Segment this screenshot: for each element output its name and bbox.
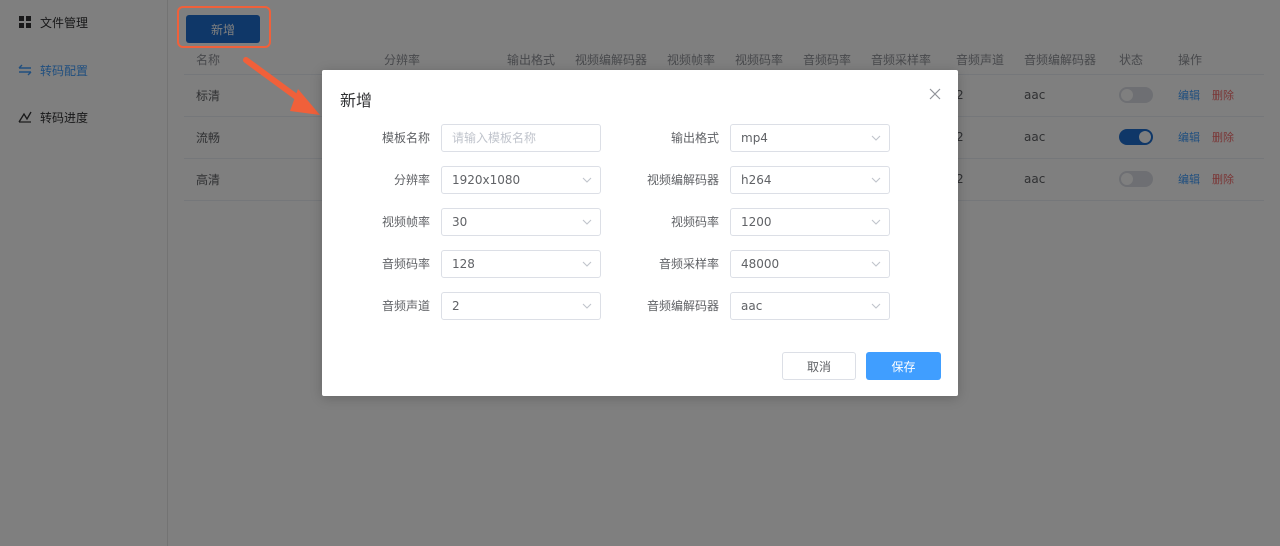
select-value: 128 — [452, 257, 475, 271]
resolution-label: 分辨率 — [393, 173, 430, 187]
video-fps-label: 视频帧率 — [381, 215, 430, 229]
audio-channels-select[interactable]: 2 — [441, 292, 601, 320]
audio-samplerate-select[interactable]: 48000 — [730, 250, 890, 278]
template-name-label: 模板名称 — [381, 131, 430, 145]
select-value: 1920x1080 — [452, 173, 521, 187]
video-codec-select[interactable]: h264 — [730, 166, 890, 194]
audio-codec-select[interactable]: aac — [730, 292, 890, 320]
chevron-down-icon — [582, 261, 592, 267]
select-value: mp4 — [741, 131, 768, 145]
template-name-field[interactable] — [441, 124, 601, 152]
select-value: aac — [741, 299, 763, 313]
cancel-button[interactable]: 取消 — [782, 352, 856, 380]
chevron-down-icon — [582, 303, 592, 309]
select-value: 1200 — [741, 215, 772, 229]
video-bitrate-select[interactable]: 1200 — [730, 208, 890, 236]
dialog-title: 新增 — [340, 91, 373, 110]
audio-bitrate-select[interactable]: 128 — [441, 250, 601, 278]
chevron-down-icon — [871, 261, 881, 267]
select-value: 48000 — [741, 257, 780, 271]
video-fps-select[interactable]: 30 — [441, 208, 601, 236]
add-dialog: 新增 模板名称 分辨率 1920x1080 视频帧率 30 音频码率 128 音… — [322, 70, 958, 396]
chevron-down-icon — [871, 219, 881, 225]
select-value: 30 — [452, 215, 468, 229]
resolution-select[interactable]: 1920x1080 — [441, 166, 601, 194]
video-codec-label: 视频编解码器 — [646, 173, 719, 187]
output-format-select[interactable]: mp4 — [730, 124, 890, 152]
close-icon[interactable] — [928, 88, 942, 102]
chevron-down-icon — [871, 177, 881, 183]
video-bitrate-label: 视频码率 — [670, 215, 719, 229]
template-name-input[interactable] — [452, 125, 592, 151]
audio-bitrate-label: 音频码率 — [381, 257, 430, 271]
audio-samplerate-label: 音频采样率 — [658, 257, 719, 271]
chevron-down-icon — [871, 135, 881, 141]
audio-channels-label: 音频声道 — [381, 299, 430, 313]
audio-codec-label: 音频编解码器 — [646, 299, 719, 313]
output-format-label: 输出格式 — [670, 131, 719, 145]
save-button[interactable]: 保存 — [866, 352, 941, 380]
select-value: 2 — [452, 299, 460, 313]
chevron-down-icon — [582, 177, 592, 183]
chevron-down-icon — [871, 303, 881, 309]
chevron-down-icon — [582, 219, 592, 225]
select-value: h264 — [741, 173, 772, 187]
